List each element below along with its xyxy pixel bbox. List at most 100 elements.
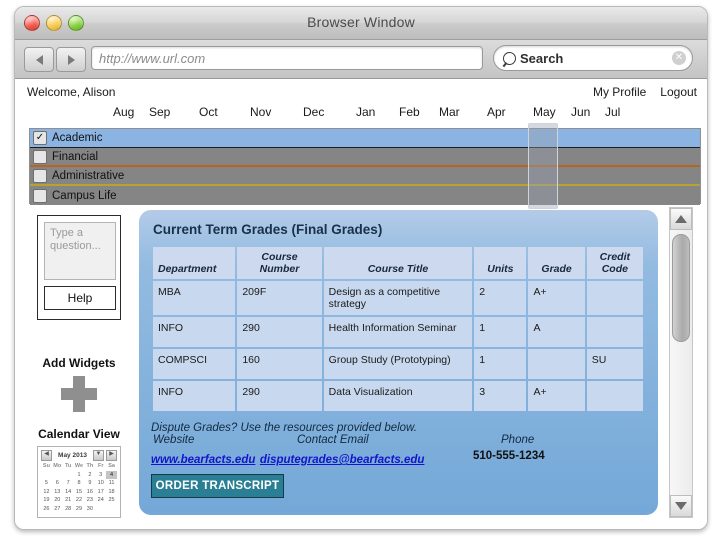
calendar-dropdown-icon[interactable]: ▼ [93, 450, 104, 461]
category-row-campus-life[interactable]: Campus Life [30, 186, 700, 205]
calendar-day-28[interactable]: 28 [63, 505, 74, 514]
scroll-up-button[interactable] [670, 208, 692, 230]
calendar-day-24[interactable]: 24 [95, 496, 106, 505]
cell-units: 2 [474, 281, 527, 315]
website-link[interactable]: www.bearfacts.edu [151, 454, 255, 466]
month-label-aug[interactable]: Aug [113, 105, 134, 119]
cell-course-number: 160 [237, 349, 322, 379]
order-transcript-button[interactable]: ORDER TRANSCRIPT [151, 474, 284, 498]
calendar-dow-tu: Tu [64, 463, 72, 469]
search-input-text: Search [520, 50, 564, 66]
grades-table: Department Course Number Course Title Un… [151, 245, 645, 413]
calendar-day-2[interactable]: 2 [84, 471, 95, 480]
cell-grade: A [528, 317, 585, 347]
search-bar[interactable]: Search ✕ [493, 45, 693, 71]
calendar-day-18[interactable]: 18 [106, 488, 117, 497]
column-header-credit-code: Credit Code [586, 247, 643, 279]
calendar-day-20[interactable]: 20 [52, 496, 63, 505]
calendar-day-11[interactable]: 11 [106, 479, 117, 488]
calendar-day-17[interactable]: 17 [95, 488, 106, 497]
email-link[interactable]: disputegrades@bearfacts.edu [260, 454, 425, 466]
grades-table-head: Department Course Number Course Title Un… [153, 247, 643, 279]
cell-department: INFO [153, 381, 236, 411]
help-button[interactable]: Help [44, 286, 116, 310]
cell-grade [528, 349, 585, 379]
calendar-day-13[interactable]: 13 [52, 488, 63, 497]
calendar-next-icon[interactable]: ▶ [106, 450, 117, 461]
month-label-mar[interactable]: Mar [439, 105, 460, 119]
calendar-day-5[interactable]: 5 [41, 479, 52, 488]
calendar-header: ◀ May 2013 ▼ ▶ [41, 450, 117, 461]
category-row-administrative[interactable]: Administrative [30, 167, 700, 186]
calendar-grid[interactable]: Su Mo Tu We Th Fr Sa 1 2 3 4 5 6 7 8 9 10 11 12 13 14 15 16 17 1… [41, 462, 117, 514]
month-label-oct[interactable]: Oct [199, 105, 218, 119]
question-input[interactable]: Type a question... [44, 222, 116, 280]
calendar-prev-icon[interactable]: ◀ [41, 450, 52, 461]
month-label-jul[interactable]: Jul [605, 105, 620, 119]
plus-icon[interactable] [61, 376, 97, 412]
calendar-day-14[interactable]: 14 [63, 488, 74, 497]
month-label-sep[interactable]: Sep [149, 105, 170, 119]
back-button[interactable] [24, 47, 54, 72]
calendar-day-1[interactable]: 1 [74, 471, 85, 480]
cell-units: 1 [474, 317, 527, 347]
category-label-administrative: Administrative [52, 169, 125, 182]
address-bar[interactable]: http://www.url.com [91, 46, 483, 70]
month-label-nov[interactable]: Nov [250, 105, 271, 119]
calendar-day-22[interactable]: 22 [74, 496, 85, 505]
checkbox-campus-life[interactable] [33, 188, 47, 203]
calendar-day-21[interactable]: 21 [63, 496, 74, 505]
calendar-day-29[interactable]: 29 [74, 505, 85, 514]
calendar-day-16[interactable]: 16 [84, 488, 95, 497]
forward-button[interactable] [56, 47, 86, 72]
month-label-may[interactable]: May [533, 105, 556, 119]
calendar-day-8[interactable]: 8 [74, 479, 85, 488]
month-label-jun[interactable]: Jun [571, 105, 590, 119]
checkbox-financial[interactable] [33, 149, 47, 164]
month-label-apr[interactable]: Apr [487, 105, 506, 119]
calendar-day-4[interactable]: 4 [106, 470, 117, 480]
month-label-jan[interactable]: Jan [356, 105, 375, 119]
checkbox-administrative[interactable] [33, 168, 47, 183]
calendar-day-9[interactable]: 9 [84, 479, 95, 488]
month-highlight-may[interactable] [528, 123, 558, 209]
help-widget: Type a question... Help [37, 215, 121, 320]
scrollbar-thumb[interactable] [672, 234, 690, 342]
calendar-widget[interactable]: ◀ May 2013 ▼ ▶ Su Mo Tu We Th Fr Sa 1 2 3 4 5 6 7 8 9 10… [37, 446, 121, 518]
month-label-feb[interactable]: Feb [399, 105, 420, 119]
calendar-day-10[interactable]: 10 [95, 479, 106, 488]
scroll-down-arrow-icon [675, 502, 687, 510]
clear-search-icon[interactable]: ✕ [672, 51, 686, 65]
vertical-scrollbar[interactable] [669, 207, 693, 518]
grades-panel: Current Term Grades (Final Grades) Depar… [139, 210, 658, 515]
calendar-day-12[interactable]: 12 [41, 488, 52, 497]
category-row-financial[interactable]: Financial [30, 148, 700, 167]
calendar-day-15[interactable]: 15 [74, 488, 85, 497]
calendar-day-23[interactable]: 23 [84, 496, 95, 505]
column-header-department: Department [153, 247, 236, 279]
calendar-day-26[interactable]: 26 [41, 505, 52, 514]
cell-course-number: 290 [237, 381, 322, 411]
calendar-day-30[interactable]: 30 [84, 505, 95, 514]
forward-arrow-icon [67, 54, 75, 65]
scroll-down-button[interactable] [670, 495, 692, 517]
cell-department: COMPSCI [153, 349, 236, 379]
column-header-units: Units [474, 247, 527, 279]
calendar-day-6[interactable]: 6 [52, 479, 63, 488]
calendar-day-7[interactable]: 7 [63, 479, 74, 488]
calendar-dow-mo: Mo [53, 463, 62, 469]
logout-link[interactable]: Logout [660, 85, 697, 99]
calendar-day-19[interactable]: 19 [41, 496, 52, 505]
cell-units: 3 [474, 381, 527, 411]
checkbox-academic[interactable]: ✓ [33, 131, 47, 145]
my-profile-link[interactable]: My Profile [593, 85, 646, 99]
calendar-day-27[interactable]: 27 [52, 505, 63, 514]
back-arrow-icon [35, 54, 43, 65]
cell-credit-code [586, 381, 643, 411]
month-label-dec[interactable]: Dec [303, 105, 324, 119]
category-label-campus-life: Campus Life [52, 189, 117, 202]
category-row-academic[interactable]: ✓ Academic [30, 129, 700, 148]
calendar-day-25[interactable]: 25 [106, 496, 117, 505]
calendar-day-empty [95, 505, 106, 514]
calendar-day-3[interactable]: 3 [95, 471, 106, 480]
